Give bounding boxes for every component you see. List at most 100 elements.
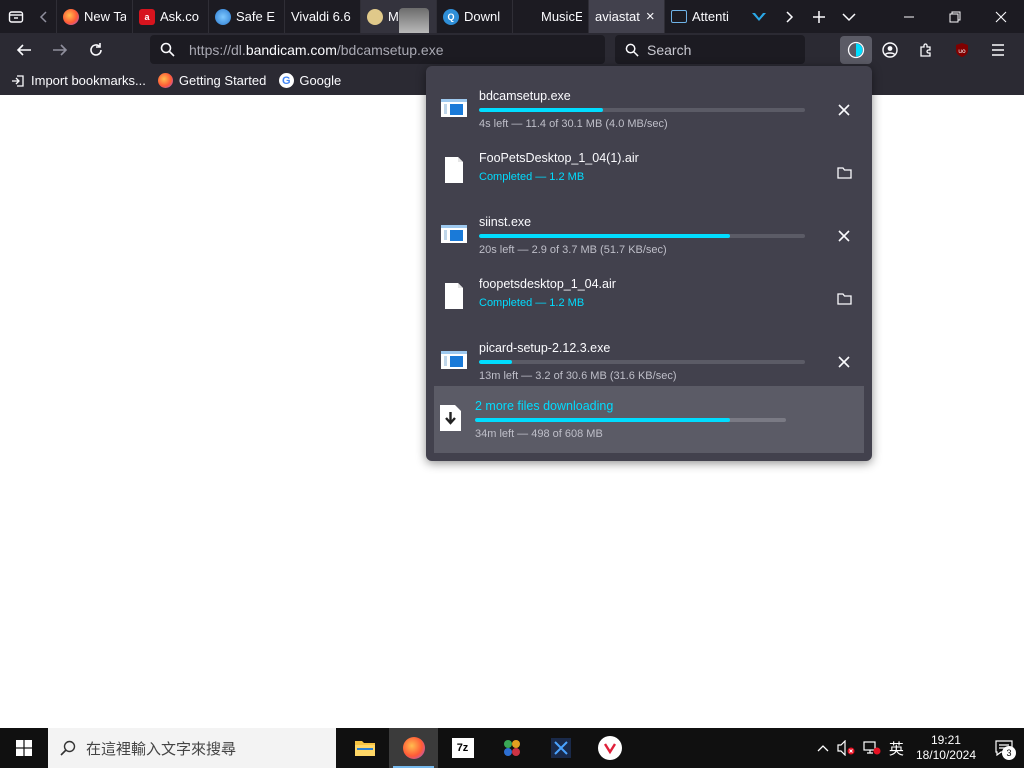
bandicam-icon bbox=[597, 736, 622, 760]
tab-safe[interactable]: Safe E bbox=[208, 0, 284, 33]
tab-label: New Ta bbox=[84, 9, 126, 24]
extensions-button[interactable] bbox=[908, 33, 944, 66]
account-icon bbox=[882, 41, 898, 58]
download-file-icon bbox=[440, 405, 461, 431]
clock[interactable]: 19:21 18/10/2024 bbox=[908, 733, 984, 763]
download-item-foopets-2[interactable]: foopetsdesktop_1_04.air Completed — 1.2 … bbox=[434, 262, 864, 324]
back-button[interactable] bbox=[6, 33, 42, 66]
tab-label: M bbox=[388, 9, 399, 24]
search-icon bbox=[160, 42, 175, 57]
download-item-picard[interactable]: picard-setup-2.12.3.exe 13m left — 3.2 o… bbox=[434, 326, 864, 388]
tab-label: Attenti bbox=[692, 9, 729, 24]
volume-button[interactable] bbox=[833, 728, 859, 768]
musicbrainz-icon bbox=[367, 8, 383, 25]
tab-new-tab[interactable]: New Ta bbox=[56, 0, 132, 33]
blank-file-icon bbox=[445, 283, 463, 309]
show-hidden-icons-button[interactable] bbox=[813, 728, 833, 768]
show-in-folder-button[interactable] bbox=[832, 160, 856, 184]
reload-button[interactable] bbox=[78, 33, 114, 66]
tab-label: Downl bbox=[464, 9, 501, 24]
close-icon bbox=[838, 104, 850, 116]
app-menu-button[interactable] bbox=[980, 33, 1016, 66]
download-status: 20s left — 2.9 of 3.7 MB (51.7 KB/sec) bbox=[479, 244, 667, 256]
q-icon: Q bbox=[443, 8, 459, 25]
network-button[interactable] bbox=[859, 728, 885, 768]
navigation-toolbar: https://dl.bandicam.com/bdcamsetup.exe S… bbox=[0, 33, 1024, 66]
input-language-indicator[interactable]: 英 bbox=[885, 728, 908, 768]
close-icon[interactable]: × bbox=[646, 8, 655, 25]
extension-download-icon[interactable] bbox=[744, 0, 774, 33]
bookmark-getting-started[interactable]: Getting Started bbox=[158, 73, 266, 89]
forward-button[interactable] bbox=[42, 33, 78, 66]
tab-scroll-left-button[interactable] bbox=[32, 0, 56, 33]
download-item-siinst[interactable]: siinst.exe 20s left — 2.9 of 3.7 MB (51.… bbox=[434, 200, 864, 262]
bookmark-import[interactable]: Import bookmarks... bbox=[10, 73, 146, 89]
tab-musicbrainz-2[interactable]: MusicE bbox=[512, 0, 588, 33]
exe-file-icon bbox=[441, 99, 467, 117]
file-explorer-icon bbox=[354, 741, 375, 756]
firefox-view-button[interactable] bbox=[0, 0, 32, 33]
puzzle-icon bbox=[920, 42, 931, 57]
windows-logo-icon bbox=[16, 740, 32, 756]
7zip-icon: 7z bbox=[451, 738, 474, 758]
tab-download[interactable]: Q Downl bbox=[436, 0, 512, 33]
bookmark-label: Google bbox=[299, 73, 342, 88]
windows-taskbar: 在這裡輸入文字來搜尋 7z 英 19:21 18/10/2024 3 bbox=[0, 728, 1024, 768]
notification-count-badge: 3 bbox=[1002, 746, 1016, 760]
url-bar[interactable]: https://dl.bandicam.com/bdcamsetup.exe bbox=[150, 35, 605, 64]
action-center-button[interactable]: 3 bbox=[984, 728, 1024, 768]
ublock-button[interactable]: uo bbox=[944, 33, 980, 66]
tab-musicbrainz[interactable]: M bbox=[360, 0, 436, 33]
download-progress-bar bbox=[479, 360, 805, 364]
taskbar-search[interactable]: 在這裡輸入文字來搜尋 bbox=[48, 728, 336, 768]
taskbar-app-1[interactable] bbox=[487, 728, 536, 768]
download-filename: picard-setup-2.12.3.exe bbox=[479, 341, 611, 355]
taskbar-7zip[interactable]: 7z bbox=[438, 728, 487, 768]
exe-file-icon bbox=[441, 225, 467, 243]
tab-strip: New Ta a Ask.co Safe E Vivaldi 6.6 M Q D… bbox=[0, 0, 1024, 33]
tab-scroll-right-button[interactable] bbox=[774, 0, 804, 33]
download-progress-bar bbox=[479, 108, 805, 112]
taskbar-bandicam[interactable] bbox=[585, 728, 634, 768]
chevron-down-icon bbox=[842, 12, 856, 21]
cancel-download-button[interactable] bbox=[832, 98, 856, 122]
tab-label: aviastat bbox=[595, 9, 640, 24]
tab-aviastat[interactable]: aviastat × bbox=[588, 0, 664, 33]
chevron-left-icon bbox=[39, 10, 47, 23]
download-status: Completed — 1.2 MB bbox=[479, 171, 585, 183]
search-bar[interactable]: Search bbox=[615, 35, 805, 64]
download-filename: FooPetsDesktop_1_04(1).air bbox=[479, 151, 639, 165]
cancel-download-button[interactable] bbox=[832, 224, 856, 248]
arrow-left-icon bbox=[16, 43, 31, 56]
hamburger-menu-icon bbox=[992, 43, 1004, 56]
close-window-button[interactable] bbox=[978, 0, 1024, 33]
url-path: /bdcamsetup.exe bbox=[336, 41, 444, 58]
download-status: 13m left — 3.2 of 30.6 MB (31.6 KB/sec) bbox=[479, 370, 677, 382]
taskbar-file-explorer[interactable] bbox=[340, 728, 389, 768]
downloads-button[interactable] bbox=[840, 35, 872, 64]
tab-ask[interactable]: a Ask.co bbox=[132, 0, 208, 33]
downloads-summary[interactable]: 2 more files downloading 34m left — 498 … bbox=[434, 386, 864, 453]
download-item-foopets-1[interactable]: FooPetsDesktop_1_04(1).air Completed — 1… bbox=[434, 136, 864, 198]
summary-progress-bar bbox=[475, 418, 786, 422]
minimize-button[interactable] bbox=[886, 0, 932, 33]
list-all-tabs-button[interactable] bbox=[834, 0, 864, 33]
taskbar-app-2[interactable] bbox=[536, 728, 585, 768]
chevron-up-icon bbox=[817, 745, 829, 752]
tab-attention[interactable]: Attenti bbox=[664, 0, 740, 33]
bookmark-label: Import bookmarks... bbox=[31, 73, 146, 88]
download-item-bdcamsetup[interactable]: bdcamsetup.exe 4s left — 11.4 of 30.1 MB… bbox=[434, 74, 864, 136]
account-button[interactable] bbox=[872, 33, 908, 66]
taskbar-firefox[interactable] bbox=[389, 728, 438, 768]
restore-button[interactable] bbox=[932, 0, 978, 33]
cancel-download-button[interactable] bbox=[832, 350, 856, 374]
bookmark-google[interactable]: G Google bbox=[278, 73, 341, 89]
arrow-right-icon bbox=[53, 43, 68, 56]
monitor-icon bbox=[671, 10, 687, 23]
show-in-folder-button[interactable] bbox=[832, 286, 856, 310]
start-button[interactable] bbox=[0, 728, 48, 768]
clock-time: 19:21 bbox=[930, 733, 961, 747]
app-icon bbox=[503, 740, 520, 756]
new-tab-button[interactable] bbox=[804, 0, 834, 33]
tab-vivaldi[interactable]: Vivaldi 6.6 bbox=[284, 0, 360, 33]
